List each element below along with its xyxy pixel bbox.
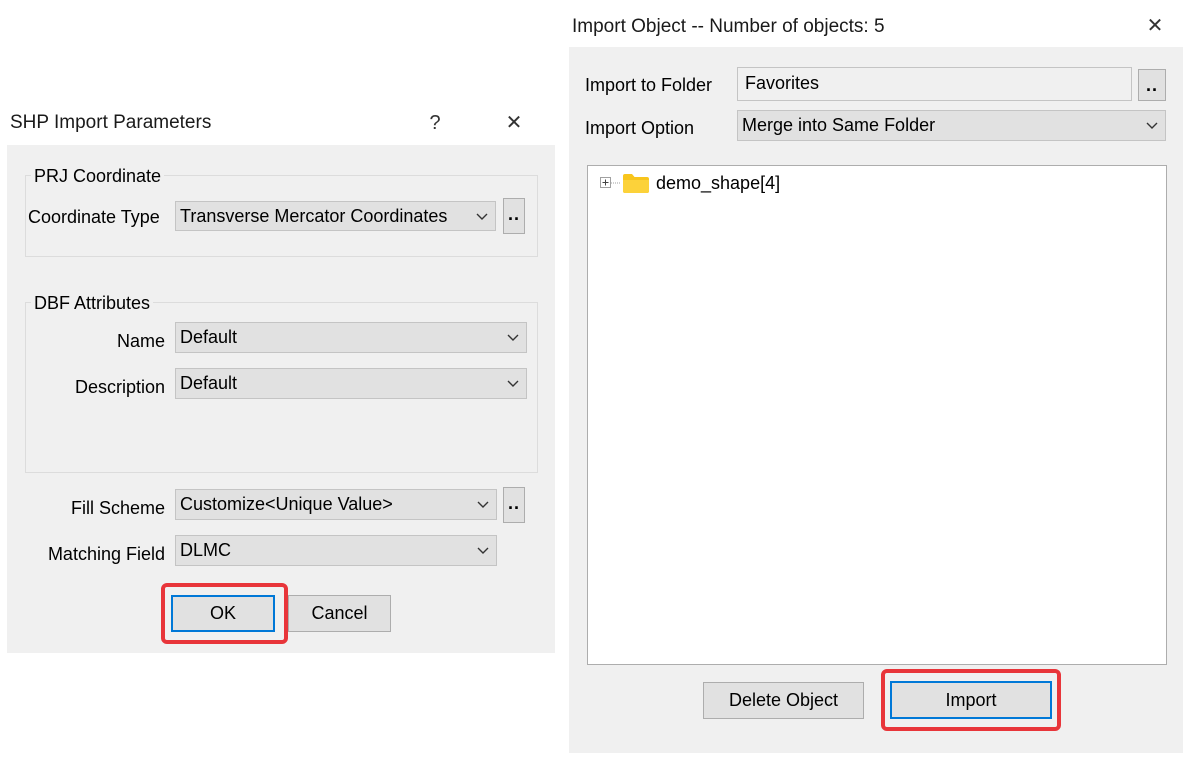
close-icon[interactable]: ✕ xyxy=(1144,15,1166,37)
object-tree[interactable]: demo_shape[4] xyxy=(587,165,1167,665)
shp-import-dialog: SHP Import Parameters ? ✕ PRJ Coordinate… xyxy=(0,0,560,761)
shp-dialog-body: PRJ Coordinate Coordinate Type Transvers… xyxy=(7,145,555,653)
chevron-down-icon xyxy=(1146,122,1158,129)
prj-coordinate-group-title: PRJ Coordinate xyxy=(31,166,165,186)
tree-item-label: demo_shape[4] xyxy=(656,173,781,193)
description-label: Description xyxy=(74,377,165,397)
folder-icon xyxy=(623,174,649,193)
import-dialog-title: Import Object -- Number of objects: 5 xyxy=(572,16,885,37)
name-label: Name xyxy=(116,331,165,351)
matching-field-label: Matching Field xyxy=(47,544,165,564)
help-icon[interactable]: ? xyxy=(424,112,446,134)
tree-connector xyxy=(611,182,621,184)
import-option-label: Import Option xyxy=(585,118,695,138)
chevron-down-icon xyxy=(477,547,489,554)
delete-object-button[interactable]: Delete Object xyxy=(703,682,864,719)
fill-scheme-label: Fill Scheme xyxy=(70,498,165,518)
name-select[interactable]: Default xyxy=(175,322,527,353)
chevron-down-icon xyxy=(477,501,489,508)
coordinate-type-select[interactable]: Transverse Mercator Coordinates xyxy=(175,201,496,231)
import-option-select[interactable]: Merge into Same Folder xyxy=(737,110,1166,141)
dbf-attributes-group-title: DBF Attributes xyxy=(31,293,154,313)
ok-button[interactable]: OK xyxy=(171,595,275,632)
import-folder-field[interactable]: Favorites xyxy=(737,67,1132,101)
description-select[interactable]: Default xyxy=(175,368,527,399)
import-to-folder-label: Import to Folder xyxy=(585,75,713,95)
cancel-button[interactable]: Cancel xyxy=(288,595,391,632)
expand-icon[interactable] xyxy=(600,177,611,188)
import-object-dialog: Import Object -- Number of objects: 5 ✕ … xyxy=(565,0,1191,761)
fill-scheme-select[interactable]: Customize<Unique Value> xyxy=(175,489,497,520)
chevron-down-icon xyxy=(507,334,519,341)
chevron-down-icon xyxy=(507,380,519,387)
coordinate-type-label: Coordinate Type xyxy=(28,207,160,227)
close-icon[interactable]: ✕ xyxy=(503,112,525,134)
matching-field-select[interactable]: DLMC xyxy=(175,535,497,566)
folder-browse-button[interactable]: .. xyxy=(1138,69,1166,101)
import-dialog-body: Import to Folder Favorites .. Import Opt… xyxy=(569,47,1183,753)
tree-item[interactable]: demo_shape[4] xyxy=(600,172,900,196)
fill-scheme-browse-button[interactable]: .. xyxy=(503,487,525,523)
import-button[interactable]: Import xyxy=(890,681,1052,719)
coordinate-browse-button[interactable]: .. xyxy=(503,198,525,234)
shp-dialog-title: SHP Import Parameters xyxy=(10,112,212,133)
chevron-down-icon xyxy=(476,213,488,220)
